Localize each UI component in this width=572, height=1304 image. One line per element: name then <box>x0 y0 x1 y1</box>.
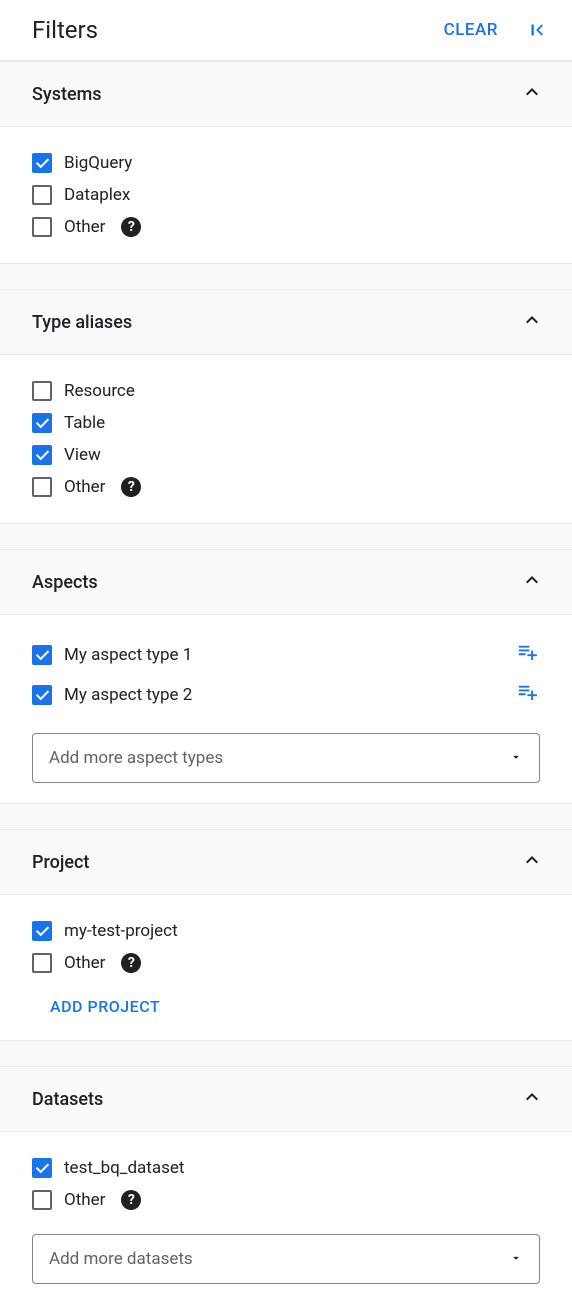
chevron-up-icon <box>520 80 544 108</box>
checkbox-resource[interactable] <box>32 381 52 401</box>
header-actions: CLEAR <box>444 19 548 41</box>
dropdown-arrow-icon <box>509 1250 523 1269</box>
filter-row-view: View <box>32 439 540 471</box>
checkbox-label: Other <box>64 477 105 497</box>
filter-row-resource: Resource <box>32 375 540 407</box>
checkbox-label: My aspect type 2 <box>64 685 192 705</box>
checkbox-aspect-2[interactable] <box>32 685 52 705</box>
filter-row-other-project: Other ? <box>32 947 540 979</box>
help-icon[interactable]: ? <box>121 477 141 497</box>
checkbox-label: Other <box>64 217 105 237</box>
checkbox-label: View <box>64 445 101 465</box>
section-header-aspects[interactable]: Aspects <box>0 549 572 615</box>
checkbox-aspect-1[interactable] <box>32 645 52 665</box>
checkbox-label: Other <box>64 1190 105 1210</box>
filter-row-test-bq-dataset: test_bq_dataset <box>32 1152 540 1184</box>
dropdown-placeholder: Add more aspect types <box>49 748 223 768</box>
section-title: Datasets <box>32 1089 103 1110</box>
section-body-datasets: test_bq_dataset Other ? Add more dataset… <box>0 1132 572 1304</box>
section-title: Type aliases <box>32 312 132 333</box>
checkbox-other-systems[interactable] <box>32 217 52 237</box>
checkbox-view[interactable] <box>32 445 52 465</box>
filters-header: Filters CLEAR <box>0 0 572 61</box>
filter-row-table: Table <box>32 407 540 439</box>
add-datasets-dropdown[interactable]: Add more datasets <box>32 1234 540 1284</box>
checkbox-test-bq-dataset[interactable] <box>32 1158 52 1178</box>
section-header-type-aliases[interactable]: Type aliases <box>0 289 572 355</box>
checkbox-my-test-project[interactable] <box>32 921 52 941</box>
section-body-systems: BigQuery Dataplex Other ? <box>0 127 572 263</box>
checkbox-table[interactable] <box>32 413 52 433</box>
checkbox-label: Other <box>64 953 105 973</box>
checkbox-dataplex[interactable] <box>32 185 52 205</box>
section-header-systems[interactable]: Systems <box>0 61 572 127</box>
filter-row-other-datasets: Other ? <box>32 1184 540 1216</box>
section-header-datasets[interactable]: Datasets <box>0 1066 572 1132</box>
section-spacer <box>0 1040 572 1066</box>
help-icon[interactable]: ? <box>121 217 141 237</box>
checkbox-bigquery[interactable] <box>32 153 52 173</box>
section-title: Aspects <box>32 572 98 593</box>
chevron-up-icon <box>520 1085 544 1113</box>
filter-row-aspect-2: My aspect type 2 <box>32 675 540 715</box>
filter-row-my-test-project: my-test-project <box>32 915 540 947</box>
checkbox-other-types[interactable] <box>32 477 52 497</box>
checkbox-label: Table <box>64 413 105 433</box>
chevron-up-icon <box>520 848 544 876</box>
checkbox-label: BigQuery <box>64 153 132 173</box>
checkbox-label: My aspect type 1 <box>64 645 192 665</box>
dropdown-placeholder: Add more datasets <box>49 1249 193 1269</box>
collapse-panel-icon[interactable] <box>526 19 548 41</box>
checkbox-other-datasets[interactable] <box>32 1190 52 1210</box>
filter-row-aspect-1: My aspect type 1 <box>32 635 540 675</box>
filters-title: Filters <box>32 16 98 44</box>
section-body-aspects: My aspect type 1 My aspect type 2 Add mo… <box>0 615 572 803</box>
add-aspect-types-dropdown[interactable]: Add more aspect types <box>32 733 540 783</box>
checkbox-other-project[interactable] <box>32 953 52 973</box>
filter-row-dataplex: Dataplex <box>32 179 540 211</box>
playlist-add-icon[interactable] <box>516 641 540 669</box>
clear-button[interactable]: CLEAR <box>444 20 498 40</box>
playlist-add-icon[interactable] <box>516 681 540 709</box>
checkbox-label: test_bq_dataset <box>64 1158 184 1178</box>
help-icon[interactable]: ? <box>121 1190 141 1210</box>
section-body-project: my-test-project Other ? ADD PROJECT <box>0 895 572 1040</box>
section-spacer <box>0 523 572 549</box>
filter-row-other-systems: Other ? <box>32 211 540 243</box>
checkbox-label: my-test-project <box>64 921 178 941</box>
section-spacer <box>0 803 572 829</box>
add-project-button[interactable]: ADD PROJECT <box>32 979 540 1020</box>
filter-row-bigquery: BigQuery <box>32 147 540 179</box>
chevron-up-icon <box>520 308 544 336</box>
dropdown-arrow-icon <box>509 749 523 768</box>
section-header-project[interactable]: Project <box>0 829 572 895</box>
checkbox-label: Dataplex <box>64 185 130 205</box>
section-spacer <box>0 263 572 289</box>
checkbox-label: Resource <box>64 381 135 401</box>
filter-row-other-types: Other ? <box>32 471 540 503</box>
section-body-type-aliases: Resource Table View Other ? <box>0 355 572 523</box>
section-title: Project <box>32 852 89 873</box>
help-icon[interactable]: ? <box>121 953 141 973</box>
section-title: Systems <box>32 84 102 105</box>
chevron-up-icon <box>520 568 544 596</box>
